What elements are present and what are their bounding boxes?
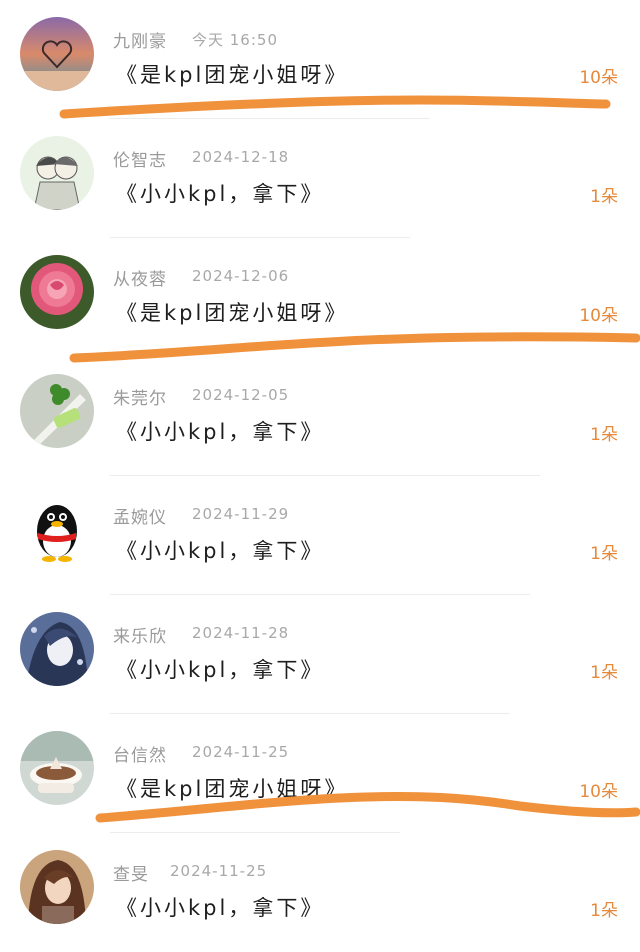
gift-date: 2024-12-06 (192, 267, 290, 285)
gift-message: 《小小kpl，拿下》 (116, 896, 325, 920)
gift-message: 《小小kpl，拿下》 (116, 182, 325, 206)
sender-name: 查旻 (113, 865, 149, 885)
gift-message: 《是kpl团宠小姐呀》 (116, 777, 349, 801)
heart-sunset-avatar[interactable] (20, 17, 94, 91)
clover-good-luck-avatar[interactable] (20, 374, 94, 448)
gift-date: 今天 16:50 (192, 31, 278, 49)
gift-date: 2024-12-05 (192, 386, 290, 404)
gift-date: 2024-11-25 (170, 862, 268, 880)
sketch-couple-avatar[interactable] (20, 136, 94, 210)
sender-name: 台信然 (113, 746, 167, 766)
sender-name: 来乐欣 (113, 627, 167, 647)
gift-date: 2024-11-28 (192, 624, 290, 642)
flower-count: 1朵 (590, 544, 618, 564)
gift-record-row[interactable]: 来乐欣 2024-11-28 《小小kpl，拿下》 1朵 (0, 595, 640, 714)
gift-message: 《小小kpl，拿下》 (116, 539, 325, 563)
gift-record-row[interactable]: 孟婉仪 2024-11-29 《小小kpl，拿下》 1朵 (0, 476, 640, 595)
gift-record-row[interactable]: 从夜蓉 2024-12-06 《是kpl团宠小姐呀》 10朵 (0, 238, 640, 357)
gift-record-row[interactable]: 九刚豪 今天 16:50 《是kpl团宠小姐呀》 10朵 (0, 0, 640, 119)
flower-count: 1朵 (590, 187, 618, 207)
anime-girl-avatar[interactable] (20, 612, 94, 686)
gift-date: 2024-11-25 (192, 743, 290, 761)
sender-name: 孟婉仪 (113, 508, 167, 528)
coffee-cup-avatar[interactable] (20, 731, 94, 805)
flower-count: 10朵 (579, 782, 618, 802)
gift-message: 《小小kpl，拿下》 (116, 420, 325, 444)
brown-hair-girl-avatar[interactable] (20, 850, 94, 924)
flower-count: 1朵 (590, 663, 618, 683)
sender-name: 九刚豪 (113, 32, 167, 52)
gift-message: 《是kpl团宠小姐呀》 (116, 63, 349, 87)
gift-message: 《小小kpl，拿下》 (116, 658, 325, 682)
sender-name: 从夜蓉 (113, 270, 167, 290)
gift-date: 2024-11-29 (192, 505, 290, 523)
flower-count: 1朵 (590, 901, 618, 921)
flower-count: 10朵 (579, 68, 618, 88)
sender-name: 朱莞尔 (113, 389, 167, 409)
penguin-avatar[interactable] (20, 493, 94, 567)
gift-record-row[interactable]: 朱莞尔 2024-12-05 《小小kpl，拿下》 1朵 (0, 357, 640, 476)
gift-date: 2024-12-18 (192, 148, 290, 166)
pink-rose-avatar[interactable] (20, 255, 94, 329)
gift-record-row[interactable]: 台信然 2024-11-25 《是kpl团宠小姐呀》 10朵 (0, 714, 640, 833)
gift-message: 《是kpl团宠小姐呀》 (116, 301, 349, 325)
flower-count: 10朵 (579, 306, 618, 326)
gift-record-row[interactable]: 伦智志 2024-12-18 《小小kpl，拿下》 1朵 (0, 119, 640, 238)
sender-name: 伦智志 (113, 151, 167, 171)
flower-count: 1朵 (590, 425, 618, 445)
gift-record-row[interactable]: 查旻 2024-11-25 《小小kpl，拿下》 1朵 (0, 833, 640, 952)
